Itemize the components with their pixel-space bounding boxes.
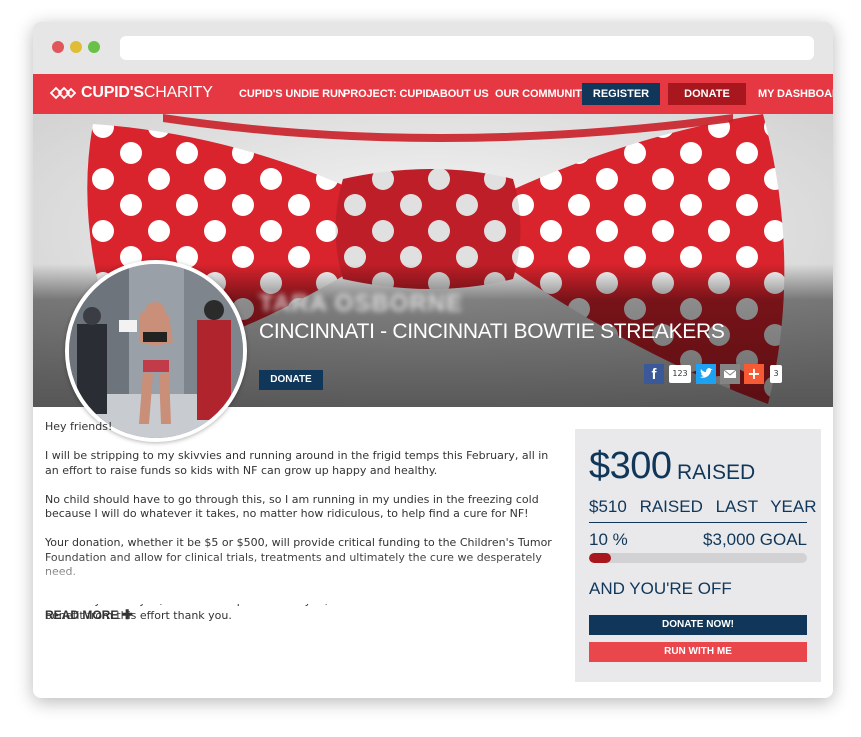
minimize-dot[interactable] (70, 41, 82, 53)
plus-icon: ✚ (121, 607, 133, 622)
nav-item-undie-run[interactable]: CUPID'S UNDIE RUN (239, 74, 346, 114)
progress-bar (589, 553, 807, 563)
read-more-link[interactable]: READ MORE ✚ (45, 607, 133, 623)
facebook-share-count: 123 (669, 365, 691, 383)
progress-bar-fill (589, 553, 611, 563)
progress-status: AND YOU'RE OFF (589, 579, 732, 598)
nav-item-dashboard[interactable]: MY DASHBOARD (758, 74, 833, 114)
logo-heart-icon (49, 86, 77, 100)
last-year-label: RAISED LAST YEAR (639, 497, 817, 516)
window-controls (52, 41, 100, 53)
share-bar: f 123 + 3 (644, 364, 789, 385)
nav-item-about-us[interactable]: ABOUT US (432, 74, 489, 114)
participant-avatar (65, 260, 247, 442)
raised-last-year: $510 RAISED LAST YEAR (589, 497, 817, 517)
team-name: CINCINNATI - CINCINNATI BOWTIE STREAKERS (259, 320, 725, 343)
page-viewport: CUPID'SCHARITY CUPID'S UNDIE RUN PROJECT… (33, 74, 833, 698)
story-paragraph: I will be stripping to my skivvies and r… (45, 449, 549, 477)
top-nav: CUPID'SCHARITY CUPID'S UNDIE RUN PROJECT… (33, 74, 833, 114)
read-more-label: READ MORE (45, 608, 119, 622)
fundraising-goal: $3,000 GOAL (703, 530, 807, 549)
logo-text: CUPID'SCHARITY (81, 84, 213, 101)
donate-now-button[interactable]: DONATE NOW! (589, 615, 807, 635)
logo[interactable]: CUPID'SCHARITY (49, 84, 213, 102)
hero-donate-button[interactable]: DONATE (259, 370, 323, 390)
twitter-icon[interactable] (696, 364, 716, 384)
register-button[interactable]: REGISTER (582, 83, 660, 105)
story-paragraph: Hey friends! (45, 420, 113, 433)
maximize-dot[interactable] (88, 41, 100, 53)
plus-icon[interactable]: + (744, 364, 764, 384)
address-bar[interactable] (120, 36, 814, 60)
raised-label: RAISED (677, 461, 756, 484)
close-dot[interactable] (52, 41, 64, 53)
story-paragraph: No child should have to go through this,… (45, 492, 539, 521)
email-icon[interactable] (720, 364, 740, 384)
nav-donate-button[interactable]: DONATE (668, 83, 746, 105)
last-year-amount: $510 (589, 497, 627, 516)
nav-item-project-cupid[interactable]: PROJECT: CUPID (343, 74, 433, 114)
story-fade (33, 554, 573, 604)
run-with-me-button[interactable]: RUN WITH ME (589, 642, 807, 662)
story-text: Hey friends! I will be stripping to my s… (45, 420, 555, 638)
plus-share-count: 3 (770, 365, 782, 383)
raised-amount: $300 (589, 445, 672, 487)
progress-percent: 10 % (589, 530, 628, 549)
participant-name: TARA OSBORNE (259, 290, 463, 317)
browser-window: CUPID'SCHARITY CUPID'S UNDIE RUN PROJECT… (33, 22, 833, 698)
nav-item-our-community[interactable]: OUR COMMUNITY (495, 74, 589, 114)
fundraising-panel: $300 RAISED $510 RAISED LAST YEAR 10 % $… (575, 429, 821, 682)
facebook-icon[interactable]: f (644, 364, 664, 384)
divider (589, 522, 807, 523)
